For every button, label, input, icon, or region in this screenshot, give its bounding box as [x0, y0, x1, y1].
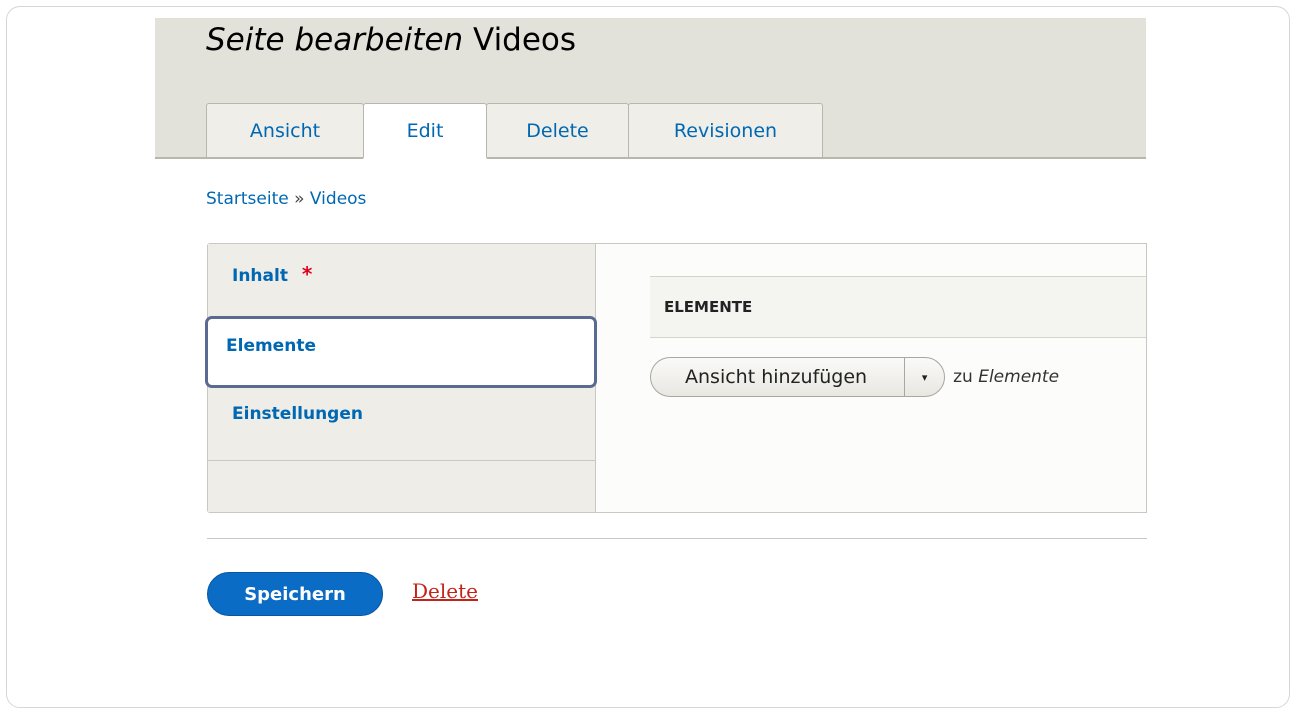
- add-view-button[interactable]: Ansicht hinzufügen: [650, 357, 905, 397]
- tab-delete[interactable]: Delete: [486, 103, 629, 157]
- save-button[interactable]: Speichern: [207, 572, 383, 616]
- form-divider: [207, 538, 1147, 539]
- add-view-target: zu Elemente: [953, 367, 1059, 387]
- vtab-einstellungen-label: Einstellungen: [232, 404, 363, 424]
- breadcrumb-home-link[interactable]: Startseite: [206, 189, 289, 209]
- vtab-inhalt-label: Inhalt: [232, 266, 288, 286]
- breadcrumb-separator: »: [294, 189, 305, 209]
- page-title: Seite bearbeiten Videos: [206, 22, 576, 58]
- fieldset-title: ELEMENTE: [650, 276, 1146, 338]
- add-view-dropbutton: Ansicht hinzufügen ▾ zu Elemente: [650, 356, 1059, 398]
- add-view-target-prefix: zu: [953, 367, 973, 387]
- required-marker: *: [301, 262, 313, 286]
- breadcrumb-current-link[interactable]: Videos: [310, 189, 367, 209]
- page-title-node: Videos: [473, 22, 577, 58]
- vertical-tabs: Inhalt * Elemente Einstellungen ELEMENTE…: [205, 243, 1147, 513]
- add-view-target-name: Elemente: [978, 367, 1060, 387]
- vtab-panel: ELEMENTE Ansicht hinzufügen ▾ zu Element…: [596, 244, 1146, 512]
- tab-ansicht[interactable]: Ansicht: [206, 103, 364, 157]
- dropdown-toggle-button[interactable]: ▾: [904, 357, 946, 397]
- vtab-inhalt[interactable]: Inhalt *: [208, 244, 595, 316]
- page-title-action: Seite bearbeiten: [206, 22, 464, 58]
- breadcrumb: Startseite » Videos: [206, 189, 366, 209]
- vtab-elemente-label: Elemente: [226, 336, 316, 356]
- vertical-tabs-menu: Inhalt * Elemente Einstellungen: [205, 244, 597, 512]
- vtab-elemente[interactable]: Elemente: [205, 316, 597, 388]
- tab-edit[interactable]: Edit: [363, 103, 487, 159]
- vtab-divider: [208, 460, 595, 461]
- chevron-down-icon: ▾: [921, 370, 928, 384]
- tab-revisionen[interactable]: Revisionen: [628, 103, 823, 157]
- delete-link[interactable]: Delete: [412, 579, 478, 603]
- page-header: Seite bearbeiten Videos Ansicht Edit Del…: [155, 18, 1146, 159]
- vtab-einstellungen[interactable]: Einstellungen: [208, 388, 595, 460]
- primary-tabs: Ansicht Edit Delete Revisionen: [206, 103, 823, 159]
